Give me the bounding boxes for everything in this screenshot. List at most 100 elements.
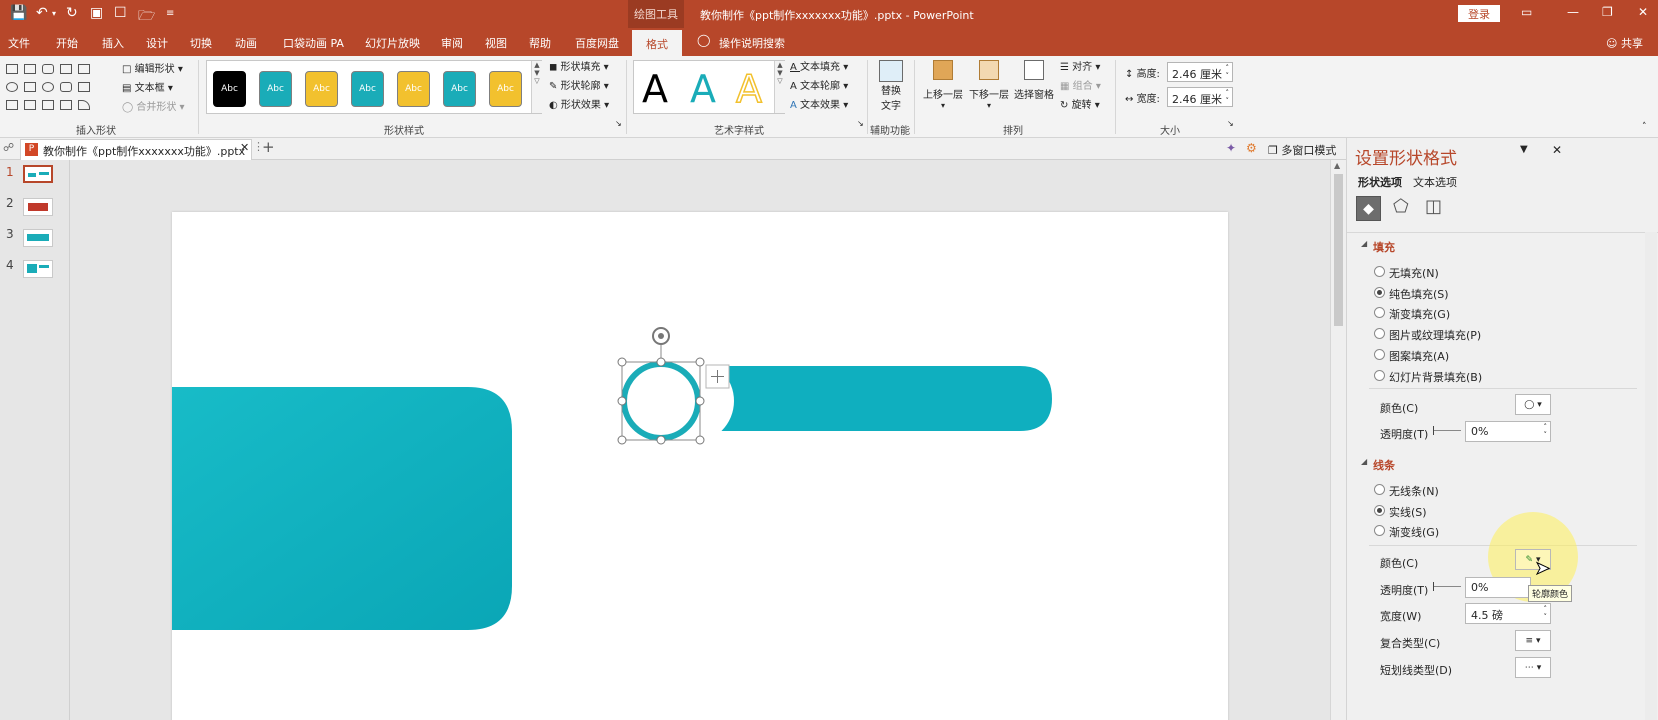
fill-color-button[interactable]: ◯ ▾: [1515, 394, 1551, 415]
shape-icon[interactable]: [42, 82, 54, 92]
fill-option-radio[interactable]: [1374, 328, 1385, 340]
alt-text-button[interactable]: 替换 文字: [876, 60, 906, 118]
fill-transparency-spinner[interactable]: ˄ ˅: [1544, 423, 1548, 439]
tab-shape-options[interactable]: 形状选项: [1358, 174, 1402, 190]
new-tab-icon[interactable]: +: [262, 138, 275, 156]
pane-scrollbar[interactable]: [1645, 232, 1657, 720]
shape-fill-button[interactable]: ◼ 形状填充 ▾: [549, 58, 609, 73]
scroll-thumb[interactable]: [1334, 174, 1343, 326]
send-backward-button[interactable]: 下移一层 ▾: [968, 60, 1010, 118]
rotate-handle-icon[interactable]: [652, 327, 670, 345]
shape-effects-button[interactable]: ◐ 形状效果 ▾: [549, 96, 609, 111]
wordart-style-black[interactable]: A: [642, 67, 668, 111]
shape-icon[interactable]: [24, 100, 36, 110]
vertical-scrollbar[interactable]: ▲: [1330, 160, 1346, 720]
share-button[interactable]: ☺ 共享: [1606, 35, 1643, 51]
shape-style-swatch[interactable]: Abc: [489, 71, 522, 107]
wordart-gallery[interactable]: A A A ▲ ▼ ▽: [633, 60, 785, 114]
tab-slideshow[interactable]: 幻灯片放映: [365, 35, 420, 51]
text-box-button[interactable]: ▤ 文本框 ▾: [122, 79, 173, 94]
shape-style-swatch[interactable]: Abc: [259, 71, 292, 107]
layout-options-icon[interactable]: [705, 364, 730, 389]
save-icon[interactable]: 💾: [10, 5, 27, 21]
fill-section-header[interactable]: 填充: [1373, 239, 1395, 255]
line-option-radio[interactable]: [1374, 525, 1385, 537]
restore-icon[interactable]: ❐: [1602, 5, 1613, 19]
line-option-radio[interactable]: [1374, 484, 1385, 495]
size-launcher-icon[interactable]: ↘: [1227, 119, 1234, 128]
close-tab-icon[interactable]: ✕: [240, 141, 249, 154]
slide-thumbnail-2[interactable]: [23, 198, 53, 216]
edit-shape-button[interactable]: □ 编辑形状 ▾: [122, 60, 183, 75]
shape-icon[interactable]: [78, 82, 90, 92]
shape-outline-button[interactable]: ✎ 形状轮廓 ▾: [549, 77, 609, 92]
tab-text-options[interactable]: 文本选项: [1413, 174, 1457, 190]
wordart-launcher-icon[interactable]: ↘: [857, 119, 864, 128]
shape-icon[interactable]: [78, 100, 90, 110]
fill-option-label[interactable]: 幻灯片背景填充(B): [1389, 369, 1482, 385]
shape-icon[interactable]: [42, 100, 54, 110]
shape-icon[interactable]: [6, 64, 18, 74]
open-folder-icon[interactable]: 🗁: [138, 5, 155, 29]
shape-icon[interactable]: [24, 64, 36, 74]
fill-option-label[interactable]: 图案填充(A): [1389, 348, 1449, 364]
undo-dropdown-icon[interactable]: ▾: [52, 9, 56, 18]
tab-review[interactable]: 审阅: [441, 35, 463, 51]
text-effects-button[interactable]: A 文本效果 ▾: [790, 96, 848, 111]
fill-option-radio[interactable]: [1374, 286, 1385, 298]
shape-style-swatch[interactable]: Abc: [351, 71, 384, 107]
fill-option-label[interactable]: 渐变填充(G): [1389, 306, 1450, 322]
shape-style-swatch[interactable]: Abc: [397, 71, 430, 107]
fill-option-radio[interactable]: [1374, 307, 1385, 319]
shape-style-swatch[interactable]: Abc: [213, 71, 246, 107]
shape-icon[interactable]: [6, 82, 18, 92]
tab-transitions[interactable]: 切换: [190, 35, 212, 51]
tab-design[interactable]: 设计: [146, 35, 168, 51]
selected-circle-shape[interactable]: [621, 361, 701, 441]
rounded-bar-shape[interactable]: [712, 366, 1052, 431]
tab-file[interactable]: 文件: [8, 35, 30, 51]
collapse-fill-icon[interactable]: ◢: [1361, 239, 1367, 248]
tab-animations[interactable]: 动画: [235, 35, 257, 51]
ribbon-display-icon[interactable]: ▭: [1521, 5, 1532, 19]
fill-option-radio[interactable]: [1374, 266, 1385, 277]
shapes-gallery[interactable]: [4, 62, 114, 118]
fill-option-radio[interactable]: [1374, 369, 1385, 381]
tab-baidu-netdisk[interactable]: 百度网盘: [575, 35, 619, 51]
dash-type-dropdown[interactable]: ⋯ ▾: [1515, 657, 1551, 678]
tab-help[interactable]: 帮助: [529, 35, 551, 51]
start-slideshow-icon[interactable]: ▣: [90, 5, 103, 21]
new-file-icon[interactable]: ☐: [114, 5, 127, 21]
fill-option-label[interactable]: 无填充(N): [1389, 265, 1439, 281]
compound-type-dropdown[interactable]: ≡ ▾: [1515, 630, 1551, 651]
slide-thumbnail-1[interactable]: [23, 165, 53, 183]
height-spinner[interactable]: ˄ ˅: [1226, 64, 1230, 80]
tab-pocket-animation[interactable]: 口袋动画 PA: [283, 35, 344, 51]
slide-thumbnail-4[interactable]: [23, 260, 53, 278]
slide-thumbnail-3[interactable]: [23, 229, 53, 247]
settings-gear-icon[interactable]: ⚙: [1246, 141, 1257, 155]
customize-toolbar-icon[interactable]: ≡: [166, 8, 174, 19]
width-spinner[interactable]: ˄ ˅: [1226, 89, 1230, 105]
document-tab[interactable]: P 教你制作《ppt制作xxxxxxx功能》.pptx: [20, 139, 252, 160]
fill-transparency-slider[interactable]: [1433, 426, 1461, 435]
large-rounded-rectangle[interactable]: [172, 387, 512, 630]
pane-close-icon[interactable]: ✕: [1552, 143, 1562, 157]
shape-icon[interactable]: [42, 64, 54, 74]
line-section-header[interactable]: 线条: [1373, 457, 1395, 473]
width-input[interactable]: 2.46 厘米 ˄ ˅: [1167, 87, 1233, 107]
text-fill-button[interactable]: A 文本填充 ▾: [790, 58, 848, 73]
size-properties-icon[interactable]: ◫: [1425, 196, 1442, 217]
shape-icon[interactable]: [60, 100, 72, 110]
text-outline-button[interactable]: A 文本轮廓 ▾: [790, 77, 848, 92]
height-input[interactable]: 2.46 厘米 ˄ ˅: [1167, 62, 1233, 82]
line-option-label[interactable]: 渐变线(G): [1389, 524, 1439, 540]
multi-window-button[interactable]: ❐ 多窗口模式: [1268, 142, 1336, 158]
line-option-radio[interactable]: [1374, 504, 1385, 516]
tab-home[interactable]: 开始: [56, 35, 78, 51]
fill-transparency-input[interactable]: 0% ˄ ˅: [1465, 421, 1551, 442]
minimize-icon[interactable]: —: [1567, 5, 1579, 19]
line-transparency-slider[interactable]: [1433, 582, 1461, 591]
tab-list-icon[interactable]: ☍: [3, 141, 14, 154]
line-option-label[interactable]: 实线(S): [1389, 504, 1427, 520]
